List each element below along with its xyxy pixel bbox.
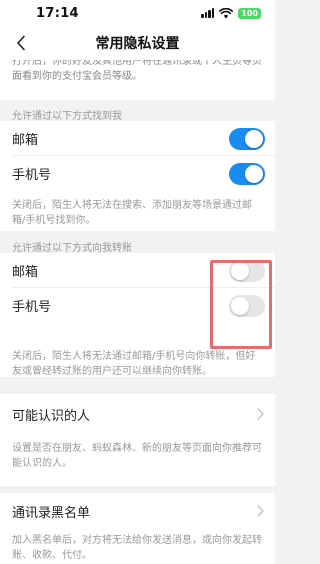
find-by-email-toggle[interactable]: [229, 127, 265, 150]
nav-bar: 常用隐私设置: [0, 26, 275, 60]
transfer-note: 关闭后，陌生人将无法通过邮箱/手机号向你转账，但好友或曾经转过账的用户还可以继续…: [0, 323, 275, 377]
transfer-section-header: 允许通过以下方式向我转账: [12, 243, 132, 254]
wifi-icon: [219, 7, 234, 18]
page-title: 常用隐私设置: [95, 36, 180, 52]
find-by-phone-row: 手机号: [0, 156, 275, 191]
find-by-email-label: 邮箱: [12, 133, 39, 148]
transfer-note-text: 关闭后，陌生人将无法通过邮箱/手机号向你转账，但好友或曾经转过账的用户还可以继续…: [12, 351, 256, 377]
status-icons: 100: [201, 7, 261, 19]
member-level-note: 打开后，你的好友及其他用户将在通讯录或个人主页等页面看到你的支付宝会员等级。: [12, 60, 262, 82]
people-you-may-know-label: 可能认识的人: [12, 408, 91, 424]
transfer-by-phone-toggle[interactable]: [229, 294, 265, 317]
people-you-may-know-note: 设置是否在朋友、蚂蚁森林、新的朋友等页面向你推荐可能认识的人。: [0, 434, 275, 486]
find-me-note: 关闭后，陌生人将无法在搜索、添加朋友等场景通过邮箱/手机号找到你。: [0, 191, 275, 231]
status-bar: 17:14 100: [0, 0, 275, 26]
contact-blacklist-note: 加入黑名单后，对方将无法给你发送消息，或向你发起转账、收款、代付。: [0, 529, 275, 564]
contact-blacklist-label: 通讯录黑名单: [12, 505, 91, 521]
find-by-phone-label: 手机号: [12, 168, 52, 183]
find-by-phone-toggle[interactable]: [229, 162, 265, 185]
status-time: 17:14: [36, 5, 79, 21]
battery-icon: 100: [238, 7, 261, 19]
transfer-by-email-toggle[interactable]: [229, 259, 265, 282]
transfer-by-phone-label: 手机号: [12, 300, 52, 315]
contact-blacklist-row[interactable]: 通讯录黑名单: [0, 493, 275, 529]
find-me-section-header: 允许通过以下方式找到我: [12, 111, 122, 122]
transfer-by-email-label: 邮箱: [12, 265, 39, 280]
chevron-right-icon: [257, 505, 264, 517]
find-by-email-row: 邮箱: [0, 121, 275, 156]
chevron-right-icon: [257, 408, 264, 420]
member-level-description: 打开后，你的好友及其他用户将在通讯录或个人主页等页面看到你的支付宝会员等级。: [0, 60, 275, 100]
chevron-left-icon: [17, 35, 25, 51]
transfer-by-email-row: 邮箱: [0, 253, 275, 288]
signal-icon: [201, 8, 215, 18]
transfer-by-phone-row: 手机号: [0, 288, 275, 323]
people-you-may-know-row[interactable]: 可能认识的人: [0, 394, 275, 434]
back-button[interactable]: [10, 32, 32, 54]
